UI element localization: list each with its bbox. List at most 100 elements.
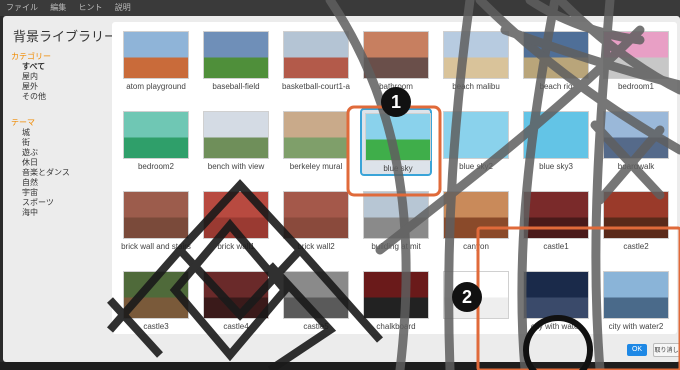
sidebar-item[interactable]: スポーツ (11, 198, 111, 208)
backdrop-thumbnail (523, 191, 589, 239)
backdrop-tile[interactable]: castle1 (520, 188, 592, 256)
backdrop-label: atom playground (126, 82, 186, 91)
backdrop-grid: atom playground baseball-field basketball-… (112, 22, 677, 334)
backdrop-tile[interactable]: building at mit (360, 188, 432, 256)
backdrop-tile[interactable]: baseball-field (200, 28, 272, 96)
backdrop-thumbnail (365, 113, 431, 161)
backdrop-label: beach malibu (452, 82, 500, 91)
sidebar-item[interactable]: 屋内 (11, 72, 111, 82)
sidebar-item[interactable]: 自然 (11, 178, 111, 188)
backdrop-tile[interactable]: basketball-court1-a (280, 28, 352, 96)
backdrop-tile[interactable]: blue sky (360, 108, 432, 176)
sidebar-item[interactable]: 音楽とダンス (11, 168, 111, 178)
sidebar-heading: カテゴリー (11, 52, 51, 61)
backdrop-label: canyon (463, 242, 489, 251)
backdrop-label: castle5 (303, 322, 329, 331)
backdrop-label: building at mit (371, 242, 421, 251)
backdrop-tile[interactable]: atom playground (120, 28, 192, 96)
backdrop-thumbnail (603, 191, 669, 239)
backdrop-tile[interactable]: chalkboard (360, 268, 432, 336)
backdrop-tile[interactable]: castle3 (120, 268, 192, 336)
backdrop-tile[interactable]: blue sky2 (440, 108, 512, 176)
backdrop-label: berkeley mural (289, 162, 343, 171)
backdrop-tile[interactable]: city with water (520, 268, 592, 336)
backdrop-thumbnail (363, 31, 429, 79)
cancel-button[interactable]: 取り消し (653, 343, 680, 357)
menu-file[interactable]: ファイル (6, 3, 38, 12)
backdrop-thumbnail (203, 271, 269, 319)
backdrop-thumbnail (203, 111, 269, 159)
backdrop-thumbnail (523, 271, 589, 319)
menu-edit[interactable]: 編集 (50, 3, 66, 12)
backdrop-thumbnail (603, 31, 669, 79)
sidebar-item[interactable]: 海中 (11, 208, 111, 218)
backdrop-thumbnail (363, 191, 429, 239)
sidebar-item[interactable]: 街 (11, 138, 111, 148)
callout-1: 1 (381, 87, 411, 117)
backdrop-tile[interactable]: brick wall1 (200, 188, 272, 256)
backdrop-label: brick wall1 (217, 242, 255, 251)
backdrop-label: castle3 (143, 322, 169, 331)
backdrop-label: castle2 (623, 242, 649, 251)
backdrop-tile[interactable]: blue sky3 (520, 108, 592, 176)
ok-button[interactable]: OK (627, 344, 647, 356)
backdrop-thumbnail (283, 271, 349, 319)
backdrop-label: blue sky3 (539, 162, 573, 171)
sidebar-item[interactable]: 休日 (11, 158, 111, 168)
backdrop-thumbnail (523, 31, 589, 79)
backdrop-tile[interactable]: boardwalk (600, 108, 672, 176)
backdrop-tile[interactable]: castle4 (200, 268, 272, 336)
backdrop-label: bedroom1 (617, 82, 655, 91)
backdrop-thumbnail (123, 271, 189, 319)
menu-bar: ファイル 編集 ヒント 説明 (0, 0, 680, 16)
backdrop-label: basketball-court1-a (281, 82, 351, 91)
backdrop-tile[interactable]: brick wall2 (280, 188, 352, 256)
callout-2: 2 (452, 282, 482, 312)
backdrop-label: blue sky2 (459, 162, 493, 171)
sidebar-item[interactable]: すべて (11, 62, 111, 72)
bottom-bar (0, 362, 680, 370)
backdrop-thumbnail (443, 191, 509, 239)
category-sidebar: カテゴリー すべて 屋内 屋外 その他テーマ城街遊ぶ 休日 音楽とダンス 自然 宇宙 スポーツ 海中 (11, 52, 111, 218)
backdrop-thumbnail (443, 111, 509, 159)
backdrop-thumbnail (123, 111, 189, 159)
sidebar-item[interactable]: 遊ぶ (11, 148, 111, 158)
backdrop-thumbnail (203, 191, 269, 239)
backdrop-tile[interactable]: bench with view (200, 108, 272, 176)
backdrop-tile[interactable]: brick wall and stairs (120, 188, 192, 256)
backdrop-label: brick wall and stairs (121, 242, 191, 251)
dialog-title: 背景ライブラリー (13, 29, 118, 44)
backdrop-thumbnail (443, 31, 509, 79)
backdrop-tile[interactable]: castle5 (280, 268, 352, 336)
backdrop-tile[interactable]: bedroom2 (120, 108, 192, 176)
backdrop-tile[interactable]: beach rio (520, 28, 592, 96)
backdrop-tile[interactable]: berkeley mural (280, 108, 352, 176)
backdrop-tile[interactable]: bedroom1 (600, 28, 672, 96)
sidebar-heading: テーマ (11, 118, 35, 127)
backdrop-label: bedroom2 (137, 162, 175, 171)
backdrop-thumbnail (283, 111, 349, 159)
sidebar-item[interactable]: 屋外 (11, 82, 111, 92)
backdrop-label: brick wall2 (297, 242, 335, 251)
backdrop-label: blue sky (383, 164, 413, 173)
sidebar-item[interactable]: 城 (11, 128, 111, 138)
backdrop-tile[interactable]: city with water2 (600, 268, 672, 336)
backdrop-thumbnail (363, 271, 429, 319)
backdrop-tile[interactable]: bathroom (360, 28, 432, 96)
menu-tips[interactable]: ヒント (78, 3, 102, 12)
backdrop-thumbnail (283, 191, 349, 239)
backdrop-label: boardwalk (617, 162, 655, 171)
backdrop-thumbnail (123, 191, 189, 239)
backdrop-label: castle1 (543, 242, 569, 251)
backdrop-tile[interactable]: castle2 (600, 188, 672, 256)
backdrop-thumbnail (523, 111, 589, 159)
menu-about[interactable]: 説明 (115, 3, 131, 12)
sidebar-item[interactable]: その他 (11, 92, 111, 102)
backdrop-label: beach rio (539, 82, 573, 91)
backdrop-label: castle4 (223, 322, 249, 331)
backdrop-tile[interactable]: canyon (440, 188, 512, 256)
sidebar-item[interactable]: 宇宙 (11, 188, 111, 198)
backdrop-tile[interactable]: beach malibu (440, 28, 512, 96)
backdrop-label: city with water2 (608, 322, 664, 331)
